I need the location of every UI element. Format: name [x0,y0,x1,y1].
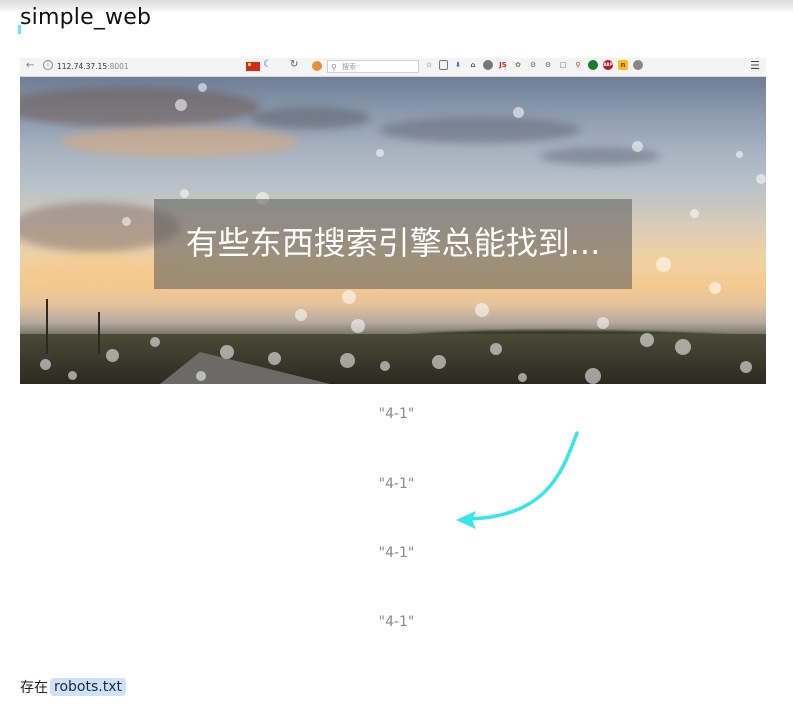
address-bar[interactable]: 112.74.37.15:8001 [57,62,129,71]
page-title: simple_web [20,5,152,30]
snow-dot [122,217,131,226]
search-placeholder: 搜索 [342,63,356,71]
window-icon[interactable]: □ [558,60,568,70]
hamburger-menu-icon[interactable]: ☰ [750,59,760,72]
search-icon: ⚲ [331,63,337,72]
snow-dot [709,282,721,294]
hero-caption-box: 有些东西搜索引擎总能找到... [154,199,632,289]
snow-dot [585,368,601,384]
shield-icon[interactable] [588,60,598,70]
quote-line-1: "4-1" [378,406,415,422]
snow-dot [736,151,743,158]
magnifier-icon[interactable]: ⚲ [573,60,583,70]
reload-icon[interactable]: ↻ [290,59,298,70]
snow-dot [756,174,766,184]
extension-icon[interactable] [312,61,322,71]
cloud [540,147,660,165]
snow-dot [351,319,365,333]
url-host: 112.74.37.15 [57,62,108,71]
snow-dot [198,83,207,92]
snow-dot [475,303,489,317]
browser-toolbar: ← i 112.74.37.15:8001 ☾ ↻ ⚲ 搜索 ☆ ⬇ ⌂ JS … [20,58,766,77]
snow-dot [656,257,671,272]
footer-prefix: 存在 [20,680,48,696]
moon-icon[interactable]: ☾ [263,59,272,70]
snow-dot [675,339,691,355]
n-extension-icon[interactable]: n [618,60,628,70]
snow-dot [268,352,281,365]
snow-dot [295,309,307,321]
quote-line-2: "4-1" [378,476,415,492]
settings-extension-icon[interactable] [633,60,643,70]
hero-caption: 有些东西搜索引擎总能找到... [185,224,601,262]
info-icon[interactable]: i [43,60,53,70]
snow-dot [196,371,206,381]
url-port: :8001 [107,62,129,71]
browser-search-input[interactable]: ⚲ 搜索 [327,60,419,73]
road [160,352,330,384]
leaf-icon[interactable]: ✿ [513,60,523,70]
clipboard-icon[interactable] [439,60,448,70]
embedded-screenshot: ← i 112.74.37.15:8001 ☾ ↻ ⚲ 搜索 ☆ ⬇ ⌂ JS … [20,58,766,384]
quote-line-3: "4-1" [378,545,415,561]
snow-dot [40,359,51,370]
js-toggle-icon[interactable]: JS [498,60,508,70]
snow-dot [740,361,752,373]
snow-dot [180,189,189,198]
snow-dot [490,343,502,355]
snow-dot [518,373,527,382]
arrow-shaft [468,431,579,521]
back-icon[interactable]: ← [26,60,34,71]
snow-dot [150,337,160,347]
cloud [20,87,260,127]
cloud [250,107,370,129]
home-icon[interactable]: ⌂ [468,60,478,70]
adblock-icon[interactable]: ABP [603,60,613,70]
utility-pole [46,299,48,354]
curved-arrow-icon [456,431,579,529]
bookmark-star-icon[interactable]: ☆ [424,60,434,70]
snow-dot [342,290,356,304]
footer-note: 存在 robots.txt [20,677,126,697]
hero-banner: 有些东西搜索引擎总能找到... [20,77,766,384]
snow-dot [690,209,699,218]
china-flag-icon [246,62,260,71]
snow-dot [632,141,643,152]
ground [20,334,766,384]
robots-txt-code: robots.txt [50,678,126,696]
snow-dot [175,99,187,111]
snow-dot [376,149,384,157]
snow-dot [597,317,609,329]
quote-line-4: "4-1" [378,614,415,630]
snow-dot [640,333,654,347]
utility-pole [98,312,100,354]
globe-icon[interactable] [483,60,493,70]
download-icon[interactable]: ⬇ [453,60,463,70]
gear-icon[interactable]: ⚙ [543,60,553,70]
snow-dot [380,361,390,371]
puzzle-icon[interactable]: ⚙ [528,60,538,70]
toolbar-icons: ☆ ⬇ ⌂ JS ✿ ⚙ ⚙ □ ⚲ ABP n [424,60,643,70]
cloud [60,127,300,157]
snow-dot [340,353,355,368]
cloud [380,117,580,143]
snow-dot [220,345,234,359]
snow-dot [68,371,77,380]
snow-dot [432,355,446,369]
text-cursor [18,25,21,34]
snow-dot [106,349,119,362]
snow-dot [513,107,524,118]
